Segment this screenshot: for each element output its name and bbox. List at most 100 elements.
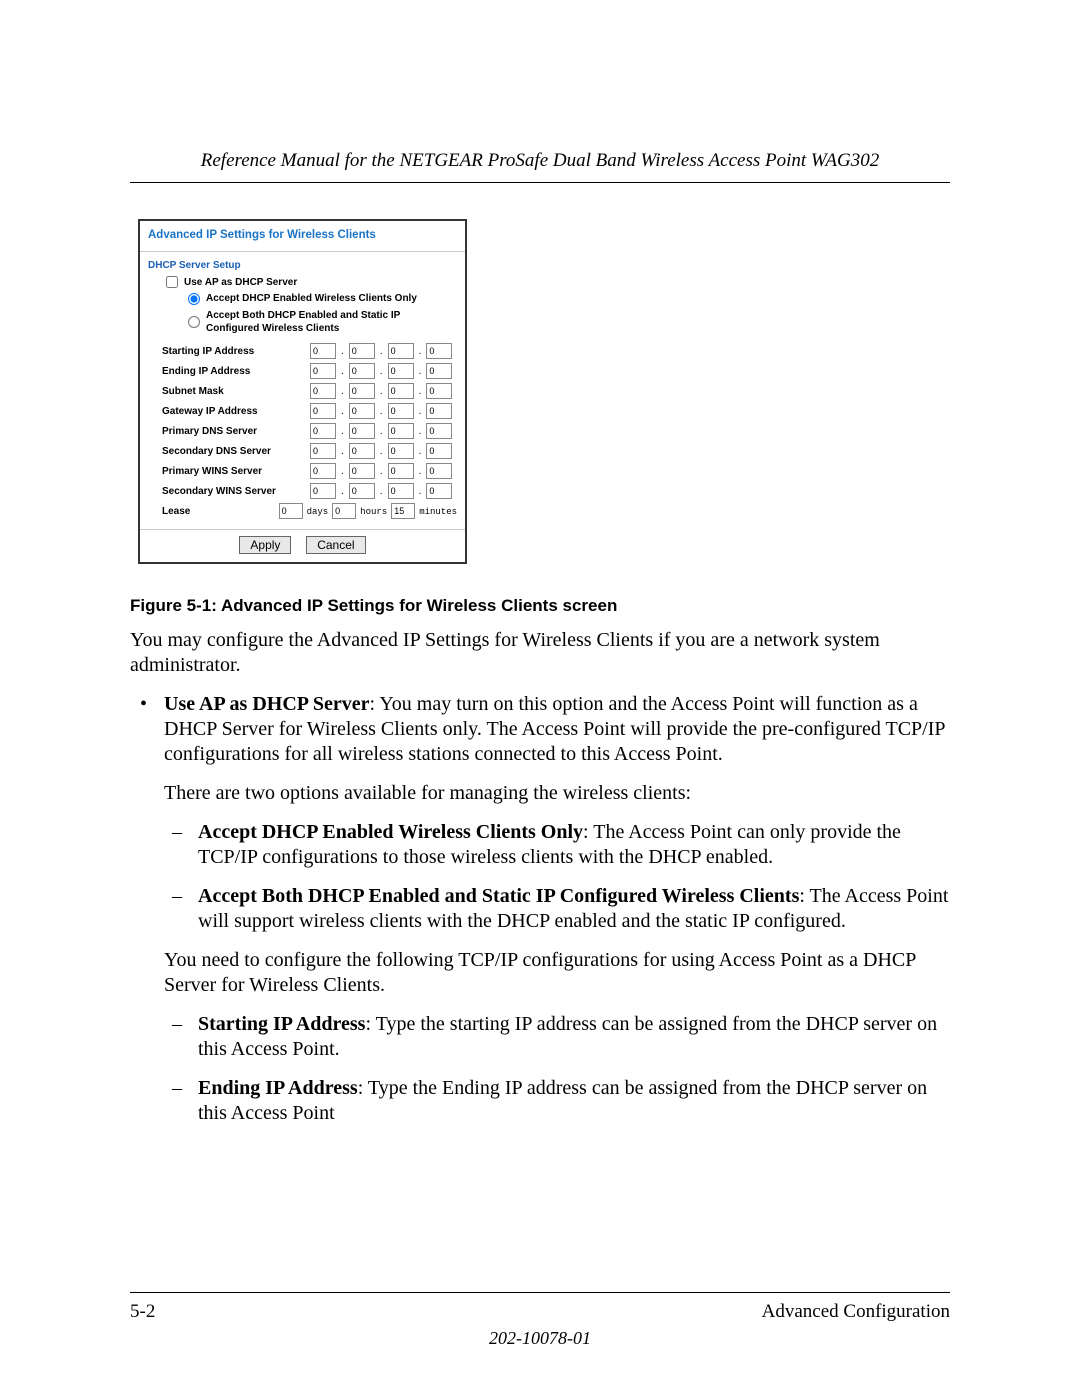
ip-octet-group: ... — [310, 463, 452, 479]
ip-octet-input[interactable] — [388, 423, 414, 439]
ip-octet-input[interactable] — [426, 483, 452, 499]
ip-dot: . — [378, 366, 385, 377]
ip-row-label: Secondary WINS Server — [148, 486, 310, 497]
ip-octet-input[interactable] — [310, 363, 336, 379]
sub-bullet-ending-ip: Ending IP Address: Type the Ending IP ad… — [164, 1076, 950, 1126]
ip-octet-input[interactable] — [388, 443, 414, 459]
accept-both-label: Accept Both DHCP Enabled and Static IP C… — [206, 309, 446, 335]
ip-octet-input[interactable] — [426, 403, 452, 419]
ip-row-label: Ending IP Address — [148, 366, 310, 377]
divider — [140, 251, 465, 252]
ip-dot: . — [417, 466, 424, 477]
apply-button[interactable]: Apply — [239, 536, 291, 554]
ip-octet-input[interactable] — [349, 403, 375, 419]
ip-row-label: Subnet Mask — [148, 386, 310, 397]
ip-octet-group: ... — [310, 423, 452, 439]
accept-both-radio[interactable] — [188, 316, 200, 328]
settings-panel: Advanced IP Settings for Wireless Client… — [138, 219, 467, 564]
ip-octet-input[interactable] — [310, 343, 336, 359]
configure-paragraph: You need to configure the following TCP/… — [164, 948, 950, 998]
sub-bold: Ending IP Address — [198, 1077, 358, 1099]
ip-octet-input[interactable] — [388, 403, 414, 419]
ip-dot: . — [339, 486, 346, 497]
sub-bullet-dhcp-only: Accept DHCP Enabled Wireless Clients Onl… — [164, 820, 950, 870]
ip-octet-group: ... — [310, 383, 452, 399]
ip-dot: . — [339, 426, 346, 437]
page-header: Reference Manual for the NETGEAR ProSafe… — [130, 150, 950, 183]
ip-octet-input[interactable] — [349, 363, 375, 379]
ip-row: Secondary WINS Server... — [148, 481, 457, 501]
ip-row-label: Primary WINS Server — [148, 466, 310, 477]
ip-dot: . — [378, 466, 385, 477]
use-ap-dhcp-checkbox[interactable] — [166, 276, 178, 288]
lease-days-input[interactable] — [279, 503, 303, 519]
ip-octet-input[interactable] — [426, 363, 452, 379]
ip-dot: . — [378, 426, 385, 437]
accept-dhcp-only-radio[interactable] — [188, 293, 200, 305]
accept-dhcp-only-label: Accept DHCP Enabled Wireless Clients Onl… — [206, 292, 417, 305]
ip-row-label: Primary DNS Server — [148, 426, 310, 437]
ip-octet-input[interactable] — [310, 423, 336, 439]
ip-octet-group: ... — [310, 343, 452, 359]
ip-octet-input[interactable] — [349, 483, 375, 499]
sub-bold: Starting IP Address — [198, 1013, 365, 1035]
ip-dot: . — [378, 486, 385, 497]
panel-title: Advanced IP Settings for Wireless Client… — [140, 221, 465, 247]
sub-bullet-both: Accept Both DHCP Enabled and Static IP C… — [164, 884, 950, 934]
ip-octet-group: ... — [310, 443, 452, 459]
ip-octet-input[interactable] — [388, 343, 414, 359]
cancel-button[interactable]: Cancel — [306, 536, 365, 554]
ip-dot: . — [378, 386, 385, 397]
ip-octet-input[interactable] — [349, 443, 375, 459]
ip-octet-group: ... — [310, 403, 452, 419]
ip-octet-input[interactable] — [426, 383, 452, 399]
ip-octet-input[interactable] — [388, 463, 414, 479]
ip-octet-input[interactable] — [310, 403, 336, 419]
bullet-use-ap-dhcp: Use AP as DHCP Server: You may turn on t… — [130, 692, 950, 1126]
ip-row: Starting IP Address... — [148, 341, 457, 361]
ip-dot: . — [417, 426, 424, 437]
sub-bold: Accept DHCP Enabled Wireless Clients Onl… — [198, 821, 583, 843]
page-number: 5-2 — [130, 1301, 155, 1323]
sub-bold: Accept Both DHCP Enabled and Static IP C… — [198, 885, 799, 907]
ip-octet-input[interactable] — [349, 423, 375, 439]
ip-dot: . — [417, 446, 424, 457]
ip-row: Ending IP Address... — [148, 361, 457, 381]
ip-octet-input[interactable] — [349, 383, 375, 399]
ip-dot: . — [417, 486, 424, 497]
two-options-paragraph: There are two options available for mana… — [164, 781, 950, 806]
ip-octet-input[interactable] — [388, 363, 414, 379]
ip-octet-input[interactable] — [349, 463, 375, 479]
ip-octet-input[interactable] — [426, 443, 452, 459]
ip-octet-input[interactable] — [310, 483, 336, 499]
lease-hours-input[interactable] — [332, 503, 356, 519]
ip-dot: . — [339, 446, 346, 457]
ip-octet-group: ... — [310, 363, 452, 379]
ip-octet-input[interactable] — [426, 423, 452, 439]
ip-dot: . — [378, 346, 385, 357]
ip-row: Secondary DNS Server... — [148, 441, 457, 461]
ip-octet-input[interactable] — [388, 483, 414, 499]
ip-dot: . — [339, 346, 346, 357]
ip-octet-input[interactable] — [310, 383, 336, 399]
ip-octet-input[interactable] — [426, 463, 452, 479]
ip-octet-input[interactable] — [426, 343, 452, 359]
ip-dot: . — [339, 466, 346, 477]
ip-octet-input[interactable] — [310, 443, 336, 459]
lease-hours-label: hours — [360, 507, 387, 517]
ip-dot: . — [378, 406, 385, 417]
ip-row-label: Gateway IP Address — [148, 406, 310, 417]
sub-bullet-starting-ip: Starting IP Address: Type the starting I… — [164, 1012, 950, 1062]
footer-rule — [130, 1292, 950, 1293]
ip-dot: . — [339, 406, 346, 417]
ip-row: Subnet Mask... — [148, 381, 457, 401]
ip-octet-input[interactable] — [388, 383, 414, 399]
ip-row: Gateway IP Address... — [148, 401, 457, 421]
ip-row: Primary WINS Server... — [148, 461, 457, 481]
figure-caption: Figure 5-1: Advanced IP Settings for Wir… — [130, 596, 617, 616]
ip-octet-input[interactable] — [310, 463, 336, 479]
section-name: Advanced Configuration — [762, 1301, 950, 1323]
ip-octet-input[interactable] — [349, 343, 375, 359]
ip-octet-group: ... — [310, 483, 452, 499]
lease-minutes-input[interactable] — [391, 503, 415, 519]
